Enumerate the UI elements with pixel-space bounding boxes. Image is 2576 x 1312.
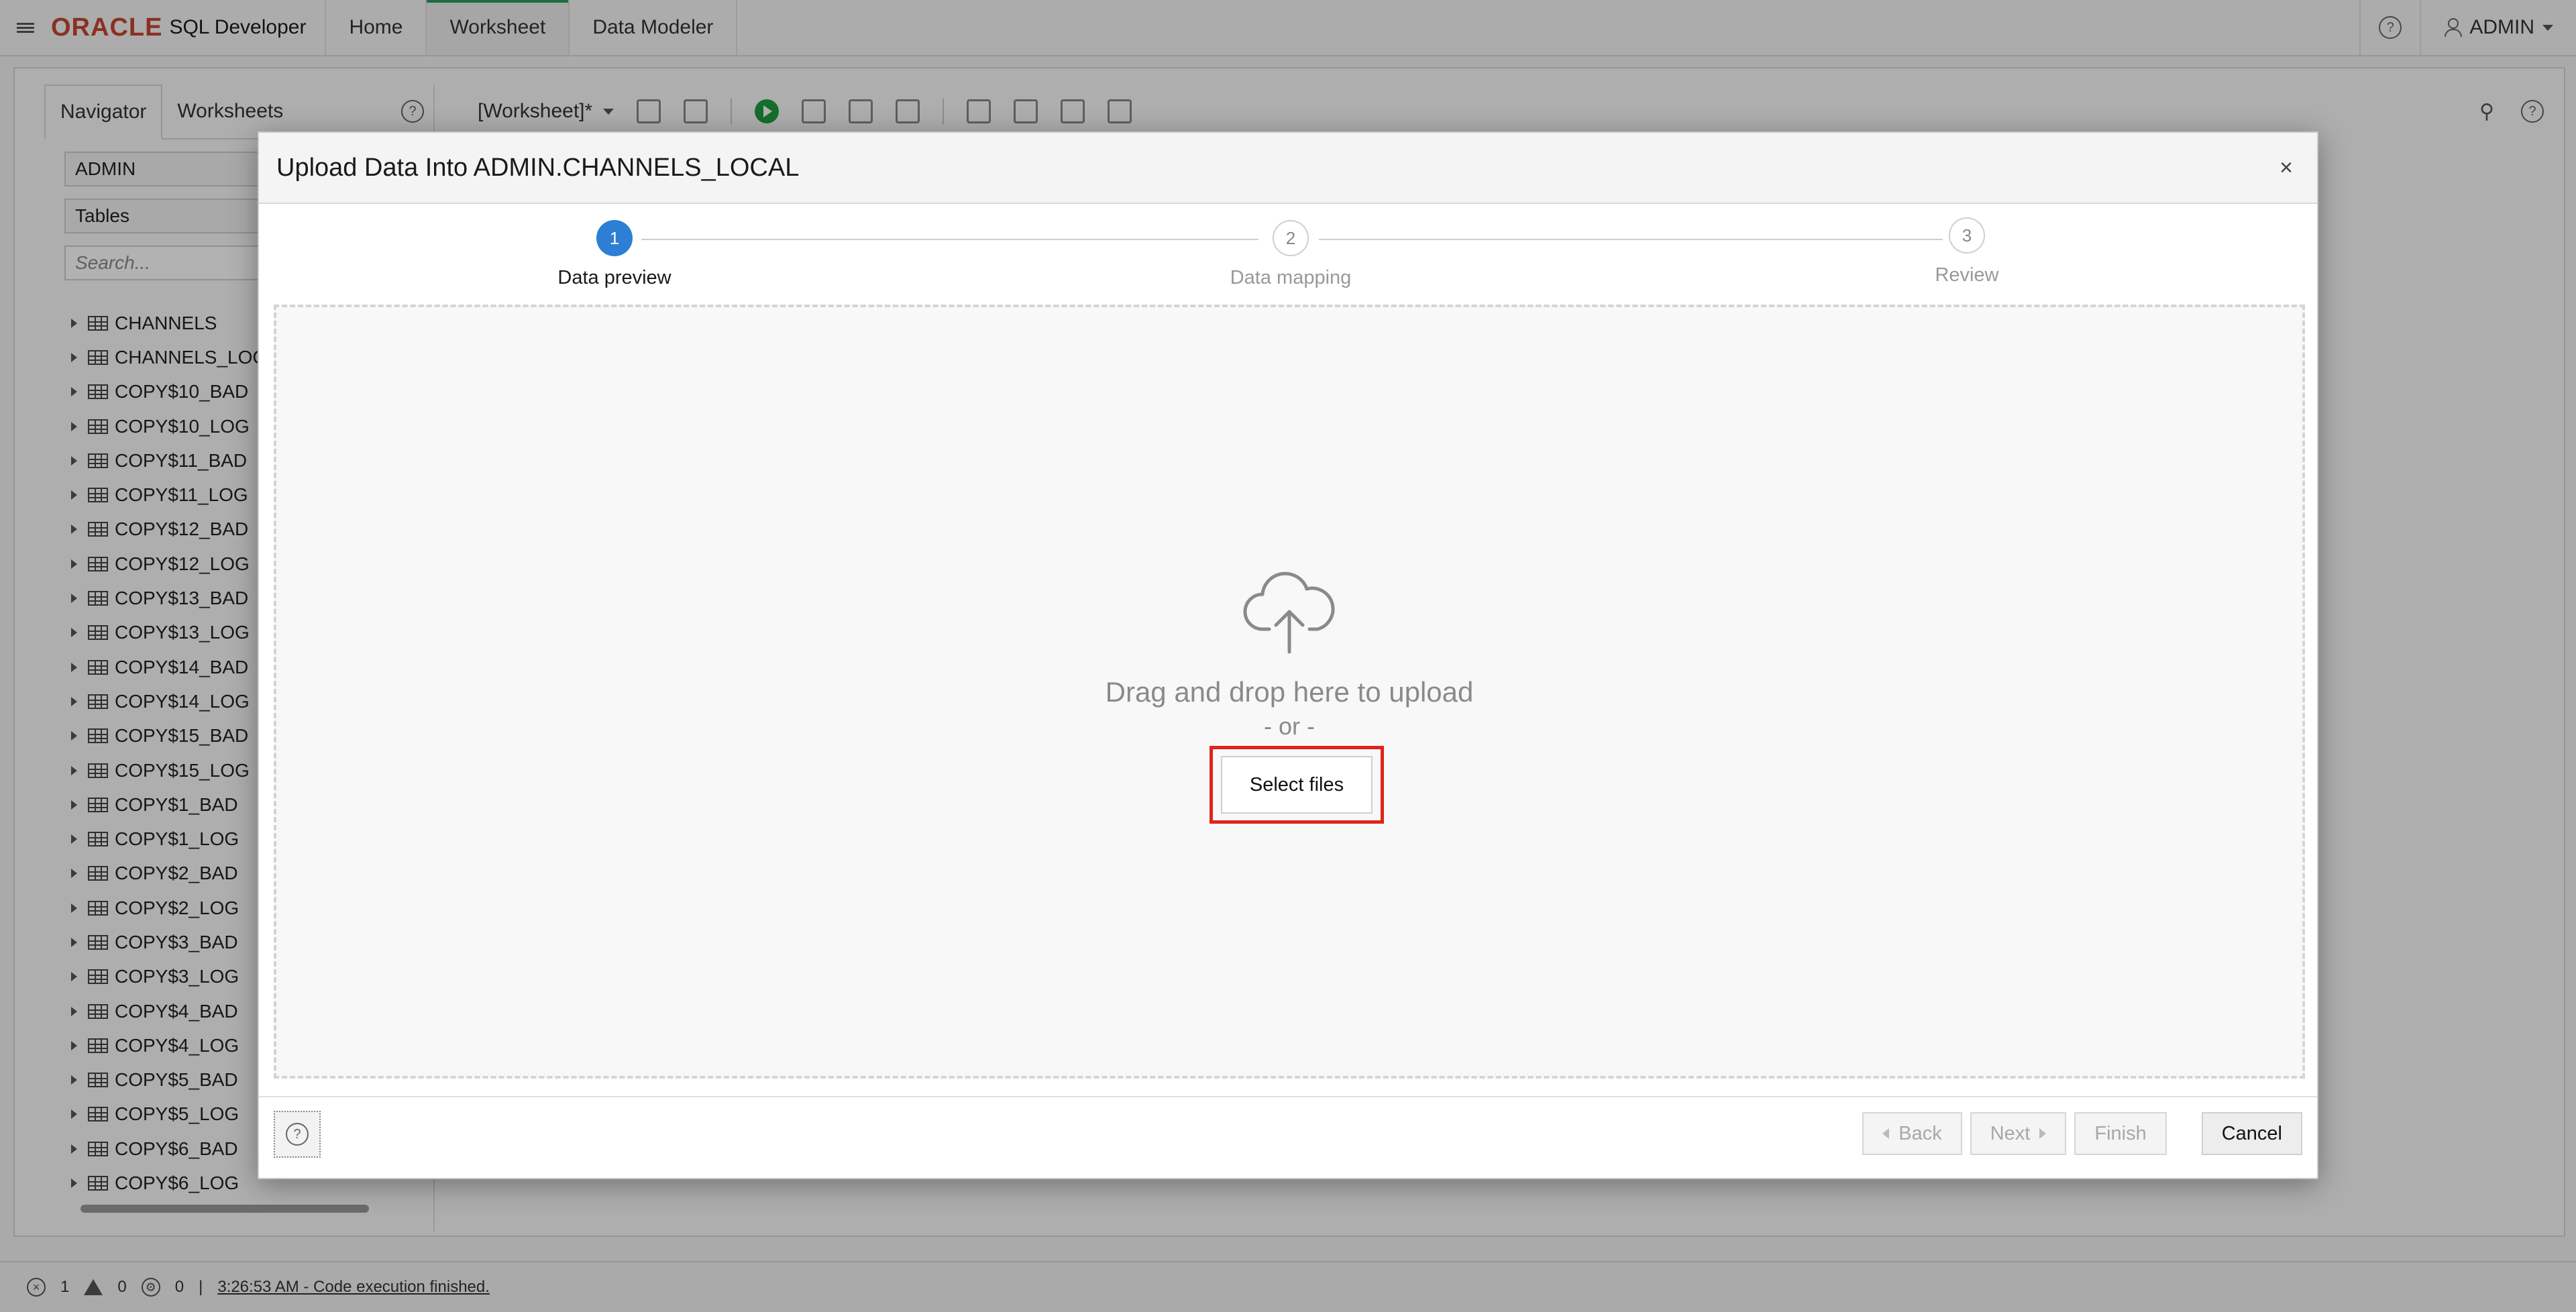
step-number: 3 [1949, 217, 1985, 254]
step-label: Data mapping [1230, 267, 1352, 288]
step-connector [641, 239, 1258, 240]
drag-drop-text: Drag and drop here to upload [1105, 676, 1474, 708]
finish-button[interactable]: Finish [2074, 1112, 2167, 1155]
select-files-button[interactable]: Select files [1221, 756, 1373, 814]
dialog-help-button[interactable]: ? [274, 1111, 321, 1158]
back-button[interactable]: Back [1862, 1112, 1962, 1155]
highlight-box: Select files [1210, 746, 1384, 824]
dialog-header: Upload Data Into ADMIN.CHANNELS_LOCAL × [259, 133, 2317, 204]
step-number: 1 [596, 220, 633, 256]
step-data-mapping[interactable]: 2 Data mapping [1203, 220, 1378, 289]
next-button[interactable]: Next [1970, 1112, 2067, 1155]
or-separator: - or - [1264, 712, 1315, 740]
upload-data-dialog: Upload Data Into ADMIN.CHANNELS_LOCAL × … [258, 131, 2318, 1179]
dialog-title: Upload Data Into ADMIN.CHANNELS_LOCAL [276, 153, 800, 182]
help-icon: ? [286, 1123, 309, 1146]
cancel-button[interactable]: Cancel [2201, 1112, 2302, 1155]
step-data-preview[interactable]: 1 Data preview [527, 220, 702, 289]
close-icon[interactable]: × [2279, 155, 2293, 181]
dialog-footer: ? Back Next Finish Cancel [259, 1096, 2317, 1178]
footer-buttons: Back Next Finish Cancel [1862, 1112, 2302, 1155]
file-drop-zone[interactable]: Drag and drop here to upload - or - Sele… [274, 305, 2305, 1079]
step-connector [1319, 239, 1943, 240]
chevron-left-icon [1882, 1128, 1890, 1139]
step-number: 2 [1273, 220, 1309, 256]
step-review[interactable]: 3 Review [1880, 217, 2054, 286]
cloud-upload-icon [1243, 571, 1335, 654]
wizard-stepper: 1 Data preview 2 Data mapping 3 Review [259, 204, 2317, 305]
step-label: Review [1935, 264, 1999, 286]
chevron-right-icon [2039, 1128, 2047, 1139]
step-label: Data preview [557, 267, 672, 288]
